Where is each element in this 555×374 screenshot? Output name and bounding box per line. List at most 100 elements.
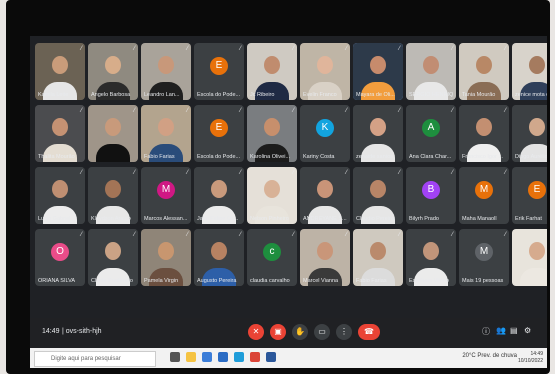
participant-name: Mayara de Oli... [356,92,395,98]
participant-tile[interactable]: M ⁄ Maha Manaoll [459,167,509,224]
participant-avatar: M [475,180,493,199]
participant-name: Augusto Pereira [197,278,237,284]
mic-muted-icon: ⁄ [451,46,453,52]
participant-tile[interactable]: M ⁄ Mais 19 pessoas [459,229,509,286]
participant-tile[interactable]: E⁄Erik Farhat [512,167,547,224]
participant-tile[interactable]: ⁄ Kamila Leite [35,43,85,100]
participant-tile[interactable]: ⁄ Jairo Felipe Oli... [194,167,244,224]
taskbar-time: 14:49 [530,351,543,357]
participant-name: zenaide santos [356,154,393,160]
participant-tile[interactable]: ⁄ Fabio Farias [141,105,191,162]
chat-icon[interactable]: ▤ [510,326,518,335]
participant-tile[interactable]: ⁄ Estefânia Vitório [406,229,456,286]
taskbar-search-input[interactable]: Digite aqui para pesquisar [34,351,156,367]
participant-tile[interactable]: ⁄ ANDREYANE S... [300,167,350,224]
mic-muted-icon: ⁄ [504,170,506,176]
raise-hand-button[interactable]: ✋ [292,324,308,340]
participant-body [520,268,547,286]
participant-head [423,55,439,74]
participant-tile[interactable]: ⁄ Mayara de Oli... [353,43,403,100]
explorer-icon[interactable] [186,352,196,362]
edge-icon[interactable] [234,352,244,362]
mic-muted-icon: ⁄ [451,170,453,176]
participant-tile[interactable]: ⁄ Evelin Franco [300,43,350,100]
participant-tile[interactable]: ⁄ Marcel Vianna [300,229,350,286]
more-options-button[interactable]: ⋮ [336,324,352,340]
participant-name: Fabio Farias [356,278,387,284]
participant-head [105,241,121,260]
start-icon[interactable] [18,352,26,360]
participant-tile[interactable]: ⁄ Leandro Lan... [141,43,191,100]
mic-muted-icon: ⁄ [398,46,400,52]
participant-name: Pamela Virgin [144,278,179,284]
meeting-bottom-bar: 14:49 | ovs-sith-hjh ✕ ▣ ✋ ▭ ⋮ ☎ ⓘ 👥 ▤ ⚙ [30,318,547,348]
camera-off-button[interactable]: ▣ [270,324,286,340]
participant-tile[interactable]: M ⁄ Marcos Alessan... [141,167,191,224]
mic-muted-icon: ⁄ [345,170,347,176]
store-icon[interactable] [202,352,212,362]
participant-head [105,117,121,136]
participant-tile[interactable]: ⁄ Cláudio Pereira [353,167,403,224]
mic-muted-icon: ⁄ [398,232,400,238]
mic-muted-icon: ⁄ [345,108,347,114]
participant-tile[interactable]: ⁄ Kleydson Araujo [88,167,138,224]
participant-tile[interactable]: ⁄zenice mota c... [512,43,547,100]
participant-tile[interactable]: ⁄ Augusto Pereira [194,229,244,286]
participant-tile[interactable]: A ⁄ Ana Clara Char... [406,105,456,162]
participant-name: Evelin Franco [303,92,337,98]
participant-tile[interactable]: ⁄ Francisco Igor ... [459,105,509,162]
task-view-icon[interactable] [170,352,180,362]
participant-tile[interactable]: K ⁄ Kariny Costa [300,105,350,162]
participant-tile[interactable]: ⁄ SERGIO HENRIQ... [406,43,456,100]
participant-tile[interactable]: ⁄ Lucia Gabriel [35,167,85,224]
participant-tile[interactable]: ⁄ Karolina Olivei... [247,105,297,162]
participant-avatar: E [210,56,228,75]
participant-name: Ana Clara Char... [409,154,452,160]
participant-tile[interactable]: O ⁄ ORIANA SILVA [35,229,85,286]
participant-head [52,55,68,74]
participant-tile[interactable]: E ⁄ Escola do Pode... [194,43,244,100]
participant-tile[interactable]: ⁄ Thalita Mourão [35,105,85,162]
participant-tile[interactable]: ⁄ Angelo Barbosa [88,43,138,100]
participant-tile[interactable]: ⁄Diogo Aurélio [512,105,547,162]
mic-muted-icon: ⁄ [345,46,347,52]
mail-icon[interactable] [218,352,228,362]
info-icon[interactable]: ⓘ [482,326,490,337]
participant-tile[interactable]: c ⁄ claudia carvalho [247,229,297,286]
chrome-icon[interactable] [250,352,260,362]
participant-tile[interactable]: ⁄ Cleide Prudêncio [88,229,138,286]
participant-tile[interactable]: ⁄ Tania Mourão [459,43,509,100]
mic-off-button[interactable]: ✕ [248,324,264,340]
search-placeholder: Digite aqui para pesquisar [51,356,121,362]
participant-tile[interactable]: ⁄ Pamela Virgin [141,229,191,286]
participant-tile[interactable]: E ⁄ Escola do Pode... [194,105,244,162]
meeting-time: 14:49 [42,328,60,335]
mic-muted-icon: ⁄ [239,46,241,52]
mic-muted-icon: ⁄ [80,170,82,176]
participant-tile[interactable]: ⁄ [512,229,547,286]
word-icon[interactable] [266,352,276,362]
participant-name: Mais 19 pessoas [462,278,504,284]
participant-tile[interactable]: B ⁄ Bilyrh Prado [406,167,456,224]
participant-name: ORIANA SILVA [38,278,76,284]
participant-head [158,117,174,136]
participant-tile[interactable]: ⁄ Jc Ribeiro [247,43,297,100]
participant-name: Erik Farhat [515,216,542,222]
participant-tile[interactable]: ⁄ Nelson Pinheiro [247,167,297,224]
participant-name: Kamila Leite [38,92,69,98]
weather-status: 20°C Prev. de chuva [462,353,517,359]
participant-tile[interactable]: ⁄ [88,105,138,162]
activities-icon[interactable]: ⚙ [524,326,531,335]
participant-video [512,229,547,286]
participant-head [264,117,280,136]
participant-avatar: E [528,180,546,199]
participant-tile[interactable]: ⁄ Fabio Farias [353,229,403,286]
mic-muted-icon: ⁄ [292,232,294,238]
participant-head [529,117,545,136]
mic-muted-icon: ⁄ [504,46,506,52]
participant-tile[interactable]: ⁄ zenaide santos [353,105,403,162]
participant-head [317,179,333,198]
end-call-button[interactable]: ☎ [358,324,380,340]
people-icon[interactable]: 👥 [496,326,506,335]
present-button[interactable]: ▭ [314,324,330,340]
